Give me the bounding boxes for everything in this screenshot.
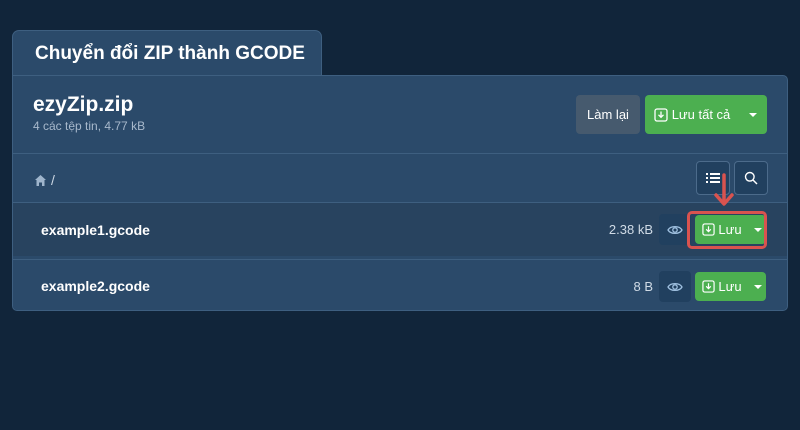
chevron-down-icon [753, 284, 762, 289]
file-size: 8 B [633, 278, 653, 294]
reset-button[interactable]: Làm lại [576, 95, 640, 134]
save-file-dropdown-toggle[interactable] [749, 284, 766, 289]
archive-header: ezyZip.zip 4 các tệp tin, 4.77 kB Làm lạ… [13, 76, 787, 154]
highlight-box [687, 211, 767, 249]
converter-tab[interactable]: Chuyển đổi ZIP thành GCODE [12, 30, 322, 76]
breadcrumb: / [34, 172, 55, 188]
eye-icon [667, 225, 683, 234]
breadcrumb-separator: / [51, 172, 55, 188]
home-icon[interactable] [34, 174, 47, 187]
file-toolbar: / [13, 153, 787, 203]
file-size: 2.38 kB [608, 222, 653, 237]
download-icon [654, 107, 668, 122]
arrow-down-icon [714, 173, 734, 206]
archive-meta: 4 các tệp tin, 4.77 kB [33, 119, 146, 133]
file-panel: ezyZip.zip 4 các tệp tin, 4.77 kB Làm lạ… [12, 75, 788, 311]
eye-icon [667, 282, 683, 291]
file-row: example1.gcode 2.38 kB Lưu [13, 203, 787, 256]
save-file-label: Lưu [718, 279, 742, 294]
chevron-down-icon [749, 112, 757, 117]
archive-name: ezyZip.zip [33, 93, 134, 116]
save-all-dropdown-toggle[interactable] [739, 95, 767, 134]
preview-button[interactable] [659, 271, 691, 302]
save-all-main[interactable]: Lưu tất cả [645, 95, 739, 134]
search-button[interactable] [734, 161, 768, 195]
file-name: example1.gcode [41, 221, 150, 238]
tab-title: Chuyển đổi ZIP thành GCODE [35, 42, 305, 64]
save-all-button[interactable]: Lưu tất cả [645, 95, 767, 134]
save-file-main[interactable]: Lưu [695, 279, 749, 294]
save-file-button[interactable]: Lưu [695, 272, 766, 301]
save-all-label: Lưu tất cả [671, 107, 731, 122]
file-name: example2.gcode [41, 278, 150, 294]
file-row: example2.gcode 8 B Lưu [13, 259, 787, 310]
search-icon [744, 171, 758, 185]
reset-label: Làm lại [587, 107, 629, 122]
download-icon [702, 280, 716, 293]
